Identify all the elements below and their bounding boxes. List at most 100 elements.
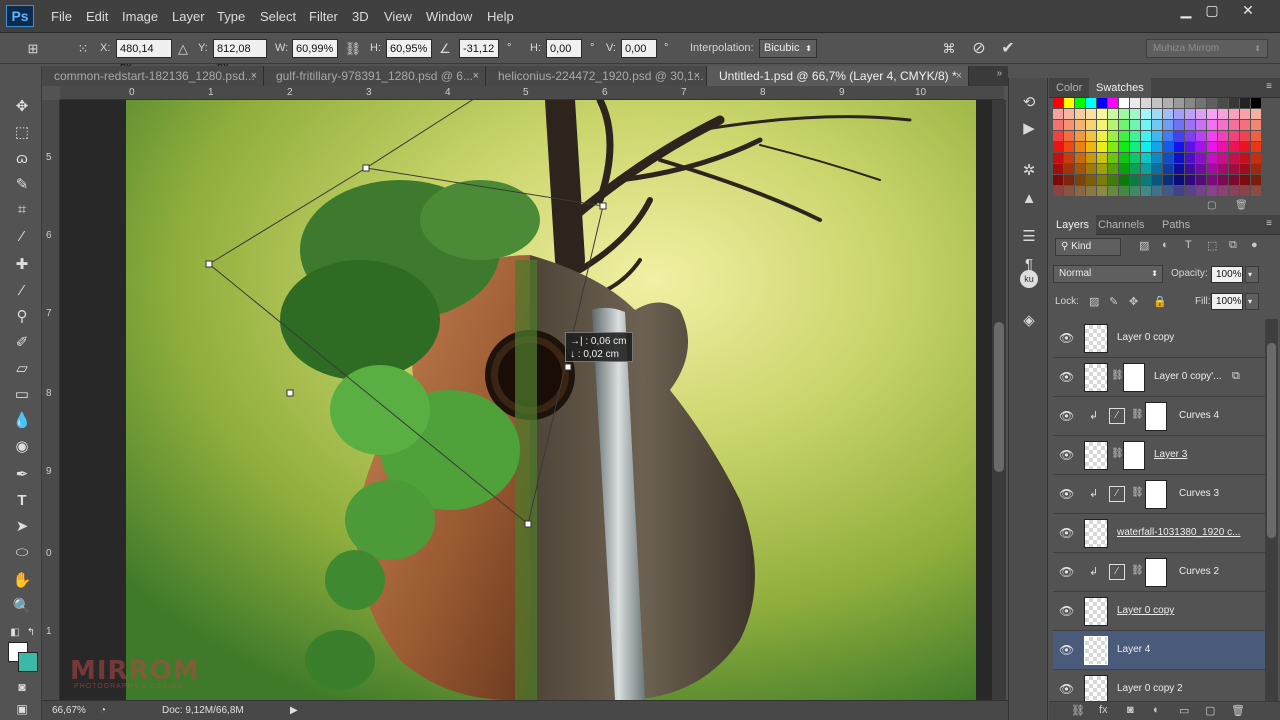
swatch[interactable] (1130, 164, 1140, 174)
warp-mode-icon[interactable]: ⌘ (940, 40, 958, 58)
layer-row[interactable]: 👁 Layer 0 copy 2 (1053, 670, 1265, 701)
swatch[interactable] (1141, 164, 1151, 174)
brushes-panel-icon[interactable]: ▲ (1018, 188, 1040, 210)
swatch[interactable] (1174, 109, 1184, 119)
swatch[interactable] (1207, 175, 1217, 185)
menu-3d[interactable]: 3D (352, 9, 369, 24)
actions-panel-icon[interactable]: ▶ (1018, 118, 1040, 140)
screen-mode-icon[interactable]: ▣ (11, 698, 33, 720)
swatch[interactable] (1251, 109, 1261, 119)
swatch[interactable] (1075, 175, 1085, 185)
swatch[interactable] (1163, 164, 1173, 174)
swatch[interactable] (1097, 109, 1107, 119)
swatch[interactable] (1141, 109, 1151, 119)
swatch[interactable] (1119, 186, 1129, 196)
angle-field[interactable]: -31,12 (459, 39, 499, 58)
hskew-field[interactable]: 0,00 (546, 39, 582, 58)
swatch[interactable] (1141, 186, 1151, 196)
swatch[interactable] (1053, 164, 1063, 174)
swatch[interactable] (1075, 120, 1085, 130)
eraser-tool-icon[interactable]: ▱ (11, 358, 33, 380)
swatch[interactable] (1064, 186, 1074, 196)
tab-layers[interactable]: Layers (1049, 215, 1097, 235)
delete-layer-icon[interactable]: 🗑 (1231, 704, 1245, 717)
swatch[interactable] (1108, 164, 1118, 174)
filter-pixel-icon[interactable]: ▨ (1139, 239, 1149, 252)
menu-edit[interactable]: Edit (86, 9, 108, 24)
swatch[interactable] (1207, 153, 1217, 163)
swatch[interactable] (1097, 164, 1107, 174)
swatch[interactable] (1185, 186, 1195, 196)
swatch[interactable] (1218, 120, 1228, 130)
swatch[interactable] (1064, 98, 1074, 108)
swatch[interactable] (1240, 131, 1250, 141)
swatch[interactable] (1075, 164, 1085, 174)
swatch[interactable] (1196, 131, 1206, 141)
swatch[interactable] (1163, 153, 1173, 163)
tab-swatches[interactable]: Swatches (1089, 78, 1151, 98)
height-field[interactable]: 60,95% (386, 39, 432, 58)
swatch[interactable] (1075, 142, 1085, 152)
swatch[interactable] (1196, 98, 1206, 108)
swatch[interactable] (1218, 142, 1228, 152)
swatch[interactable] (1196, 142, 1206, 152)
swatch[interactable] (1174, 153, 1184, 163)
swatch[interactable] (1108, 153, 1118, 163)
lock-image-icon[interactable]: ✎ (1109, 295, 1118, 308)
hand-tool-icon[interactable]: ✋ (11, 570, 33, 592)
commit-transform-icon[interactable]: ✔ (999, 40, 1017, 58)
swatch[interactable] (1251, 153, 1261, 163)
visibility-eye-icon[interactable]: 👁 (1059, 526, 1074, 540)
swatch[interactable] (1119, 175, 1129, 185)
swatch[interactable] (1251, 186, 1261, 196)
swatch[interactable] (1174, 142, 1184, 152)
tab-common-redstart[interactable]: common-redstart-182136_1280.psd... × (42, 66, 264, 86)
swatch[interactable] (1229, 153, 1239, 163)
swatch[interactable] (1141, 153, 1151, 163)
swatch[interactable] (1097, 186, 1107, 196)
background-color-swatch[interactable] (18, 652, 38, 672)
swatch[interactable] (1141, 175, 1151, 185)
link-aspect-icon[interactable]: ⛓ (344, 40, 362, 58)
swatch[interactable] (1141, 131, 1151, 141)
visibility-eye-icon[interactable]: 👁 (1059, 487, 1074, 501)
opacity-dropdown-icon[interactable]: ▾ (1245, 266, 1259, 283)
document-canvas[interactable]: MIRROM PHOTOGRAPHY & DESIGN (60, 100, 992, 700)
layer-row[interactable]: 👁 ↲ ⁄ ⛓ Curves 3 (1053, 475, 1265, 514)
move-tool-icon[interactable]: ✥ (11, 96, 33, 118)
tab-untitled-1[interactable]: Untitled-1.psd @ 66,7% (Layer 4, CMYK/8)… (707, 66, 969, 86)
swatch[interactable] (1229, 186, 1239, 196)
swatch[interactable] (1141, 142, 1151, 152)
brush-tool-icon[interactable]: ⁄ (11, 280, 33, 302)
layer-row[interactable]: 👁 Layer 0 copy (1053, 592, 1265, 631)
swatch[interactable] (1097, 175, 1107, 185)
swatch[interactable] (1207, 164, 1217, 174)
swatch[interactable] (1086, 164, 1096, 174)
swatch[interactable] (1218, 175, 1228, 185)
swatch[interactable] (1152, 142, 1162, 152)
swatch[interactable] (1251, 98, 1261, 108)
history-brush-icon[interactable]: ✐ (11, 332, 33, 354)
swatch[interactable] (1086, 186, 1096, 196)
swatch[interactable] (1163, 120, 1173, 130)
swatch[interactable] (1130, 120, 1140, 130)
swatch[interactable] (1097, 131, 1107, 141)
swatch[interactable] (1053, 153, 1063, 163)
swatch[interactable] (1130, 98, 1140, 108)
swatch[interactable] (1240, 175, 1250, 185)
plugin-ku-icon[interactable]: ku (1020, 270, 1038, 288)
mask-link-icon[interactable]: ⛓ (1111, 448, 1124, 462)
swatch[interactable] (1152, 175, 1162, 185)
swatch[interactable] (1108, 98, 1118, 108)
swatch[interactable] (1207, 186, 1217, 196)
vskew-field[interactable]: 0,00 (621, 39, 657, 58)
layer-mask-thumbnail[interactable] (1145, 558, 1167, 587)
scroll-thumb[interactable] (1267, 343, 1276, 538)
workspace-select[interactable]: Muhiza Mirrom ⬍ (1146, 39, 1268, 58)
swatch[interactable] (1053, 186, 1063, 196)
mask-link-icon[interactable]: ⛓ (1111, 370, 1124, 384)
swatch[interactable] (1152, 153, 1162, 163)
swatch[interactable] (1196, 175, 1206, 185)
menu-file[interactable]: File (51, 9, 72, 24)
swatch[interactable] (1064, 131, 1074, 141)
